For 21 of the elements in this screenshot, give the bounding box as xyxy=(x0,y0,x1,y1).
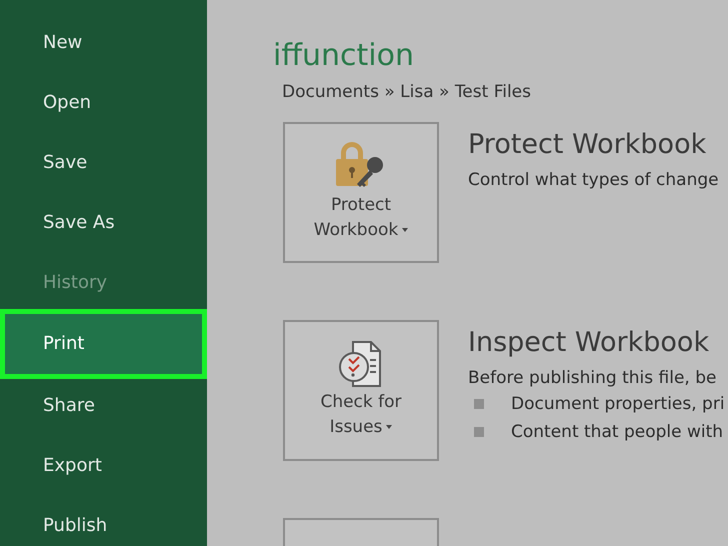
menu-item[interactable]: New xyxy=(0,12,207,72)
menu-item[interactable]: Print xyxy=(0,309,207,379)
command-button[interactable]: Protect Workbook xyxy=(283,122,439,262)
caret-icon xyxy=(402,228,408,232)
section-heading: Inspect Workbook xyxy=(468,326,710,360)
document-title: iffunction xyxy=(273,37,415,75)
menu-item[interactable]: Save As xyxy=(0,192,207,252)
bullet-text: Content that people with xyxy=(511,420,724,444)
command-button[interactable]: Check for Issues xyxy=(283,320,439,460)
section-heading: Protect Workbook xyxy=(468,128,708,162)
menu-item[interactable]: Save xyxy=(0,132,207,192)
menu-item[interactable]: Export xyxy=(0,435,207,495)
bullet-square xyxy=(474,426,484,436)
menu-item[interactable]: Publish xyxy=(0,495,207,546)
breadcrumb-path: Documents » Lisa » Test Files xyxy=(282,81,532,104)
bullet-square xyxy=(474,398,484,408)
caret-icon xyxy=(386,425,392,430)
section-description: Before publishing this file, be xyxy=(468,366,718,390)
menu-item[interactable]: Open xyxy=(0,72,207,132)
section-description: Control what types of change xyxy=(468,168,719,192)
bullet-text: Document properties, pri xyxy=(511,392,725,416)
